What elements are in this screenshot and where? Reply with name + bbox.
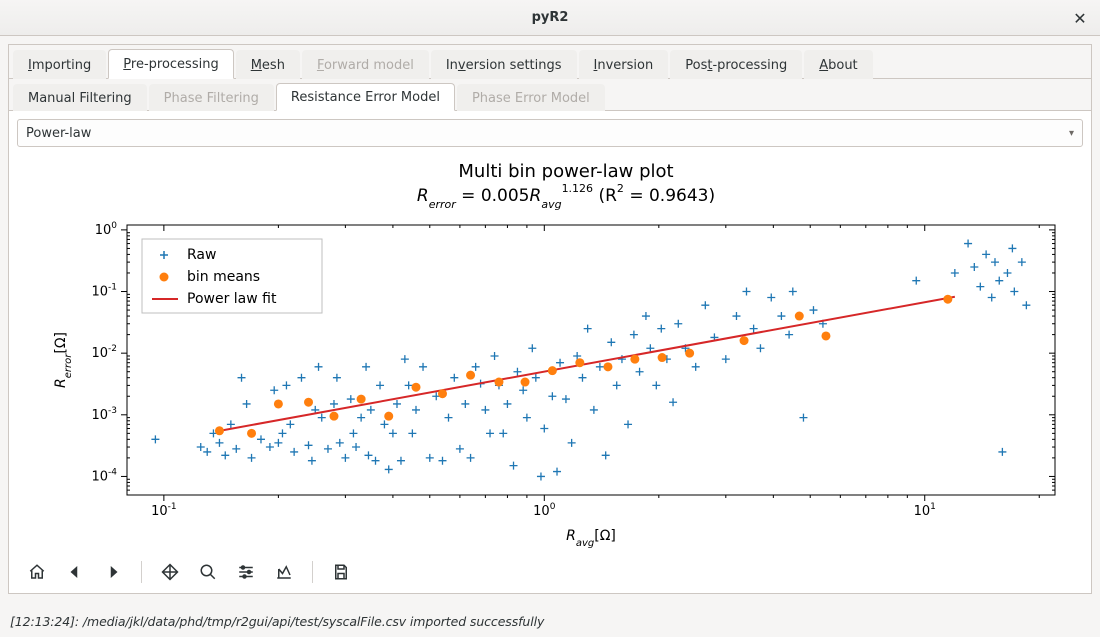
tab-inversion-settings[interactable]: Inversion settings <box>431 50 577 79</box>
svg-text:Rerror[Ω]: Rerror[Ω] <box>53 332 74 388</box>
model-select[interactable]: Power-law ▾ <box>17 119 1083 147</box>
error-model-chart: Multi bin power-law plotRerror = 0.005Ra… <box>17 155 1075 555</box>
tab-label: In <box>446 58 458 73</box>
subtab-resistance-error-model[interactable]: Resistance Error Model <box>276 83 455 111</box>
subtab-label: Manual Filtering <box>28 91 132 106</box>
svg-text:Ravg[Ω]: Ravg[Ω] <box>566 528 616 549</box>
subtab-manual-filtering[interactable]: Manual Filtering <box>13 84 147 111</box>
tab-label: re-processing <box>131 57 219 72</box>
tab-about[interactable]: About <box>804 50 872 79</box>
tab-post-processing[interactable]: Post-processing <box>670 50 802 79</box>
svg-text:100: 100 <box>533 502 556 519</box>
main-notebook: Importing Pre-processing Mesh Forward mo… <box>8 44 1092 594</box>
svg-text:Multi bin power-law plot: Multi bin power-law plot <box>458 161 673 182</box>
tab-label: bout <box>828 58 858 73</box>
subtab-phase-filtering: Phase Filtering <box>149 84 274 111</box>
subtab-label: Phase Error Model <box>472 91 590 106</box>
svg-text:10-4: 10-4 <box>91 467 117 484</box>
plot-area: Multi bin power-law plotRerror = 0.005Ra… <box>17 155 1083 555</box>
tab-mesh[interactable]: Mesh <box>236 50 300 79</box>
sub-tabs: Manual Filtering Phase Filtering Resista… <box>9 79 1091 111</box>
svg-text:10-3: 10-3 <box>91 406 117 423</box>
content-area: Power-law ▾ Multi bin power-law plotRerr… <box>9 111 1091 593</box>
tab-forward-model: Forward model <box>302 50 429 79</box>
toolbar-separator <box>141 561 142 583</box>
chevron-down-icon: ▾ <box>1069 128 1074 139</box>
close-icon[interactable]: ✕ <box>1070 8 1090 28</box>
edit-axes-icon[interactable] <box>272 561 296 583</box>
pan-icon[interactable] <box>158 561 182 583</box>
subtab-label: Phase Filtering <box>164 91 259 106</box>
plot-toolbar <box>17 555 1083 585</box>
forward-icon[interactable] <box>101 561 125 583</box>
window-title: pyR2 <box>532 10 569 25</box>
svg-text:bin means: bin means <box>187 269 260 285</box>
back-icon[interactable] <box>63 561 87 583</box>
tab-inversion[interactable]: Inversion <box>579 50 669 79</box>
svg-text:Power law fit: Power law fit <box>187 291 277 307</box>
svg-text:10-1: 10-1 <box>91 283 117 300</box>
subtab-phase-error-model: Phase Error Model <box>457 84 605 111</box>
model-select-value: Power-law <box>26 126 1069 141</box>
tab-importing[interactable]: Importing <box>13 50 106 79</box>
subtab-label: Resistance Error Model <box>291 90 440 105</box>
tab-label: nversion <box>597 58 653 73</box>
svg-text:10-2: 10-2 <box>91 344 117 361</box>
svg-text:101: 101 <box>914 502 936 519</box>
tab-label: orward model <box>324 58 414 73</box>
svg-text:100: 100 <box>95 221 118 238</box>
svg-text:Raw: Raw <box>187 247 216 263</box>
home-icon[interactable] <box>25 561 49 583</box>
tab-label: Pos <box>685 58 707 73</box>
svg-text:Rerror = 0.005Ravg1.126 (R2 =: Rerror = 0.005Ravg1.126 (R2 = 0.9643) <box>417 182 715 211</box>
status-bar: [12:13:24]: /media/jkl/data/phd/tmp/r2gu… <box>10 614 544 629</box>
save-icon[interactable] <box>329 561 353 583</box>
window-titlebar: pyR2 ✕ <box>0 0 1100 36</box>
tab-label: esh <box>262 58 285 73</box>
svg-text:10-1: 10-1 <box>151 502 177 519</box>
toolbar-separator <box>312 561 313 583</box>
zoom-icon[interactable] <box>196 561 220 583</box>
main-tabs: Importing Pre-processing Mesh Forward mo… <box>9 45 1091 79</box>
tab-label: mporting <box>32 58 91 73</box>
tab-pre-processing[interactable]: Pre-processing <box>108 49 233 79</box>
configure-subplots-icon[interactable] <box>234 561 258 583</box>
